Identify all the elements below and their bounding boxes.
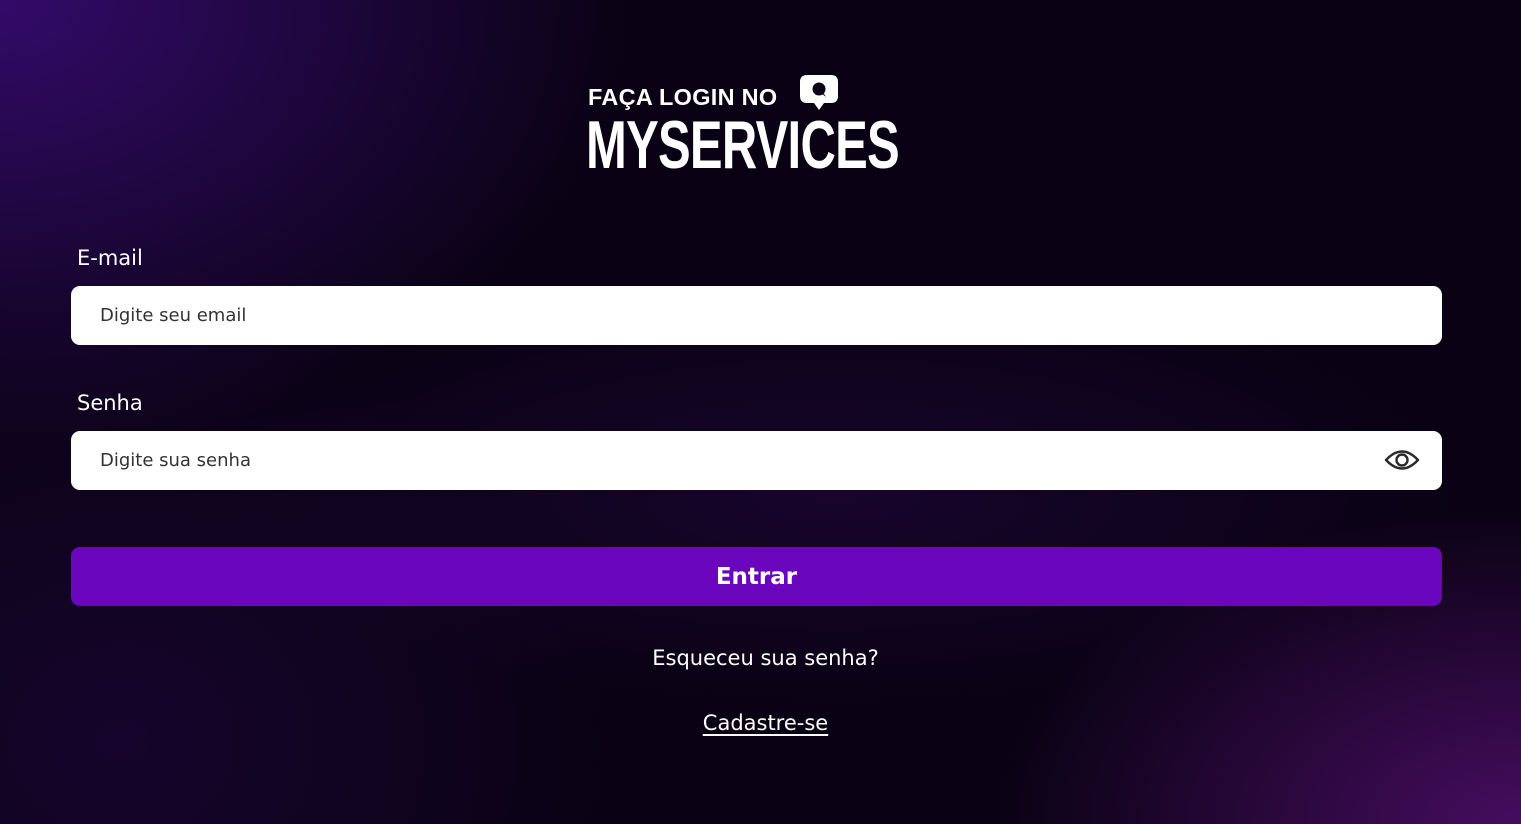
forgot-password-text: Esqueceu sua senha? (652, 646, 879, 670)
email-input[interactable] (71, 286, 1442, 345)
forgot-password-link[interactable]: Esqueceu sua senha? (0, 646, 1521, 670)
brand-logo: FAÇA LOGIN NO MYSERVICES (586, 74, 929, 183)
show-password-toggle[interactable] (1384, 445, 1420, 475)
email-field-container (71, 286, 1442, 345)
email-label: E-mail (77, 246, 143, 270)
logo-wordmark: MYSERVICES (586, 107, 900, 183)
password-input[interactable] (71, 431, 1442, 490)
signup-row: Cadastre-se (0, 711, 1521, 735)
password-label: Senha (77, 391, 143, 415)
signup-link[interactable]: Cadastre-se (693, 711, 828, 735)
password-field-container (71, 431, 1442, 490)
eye-icon (1384, 450, 1420, 470)
login-button[interactable]: Entrar (71, 547, 1442, 606)
